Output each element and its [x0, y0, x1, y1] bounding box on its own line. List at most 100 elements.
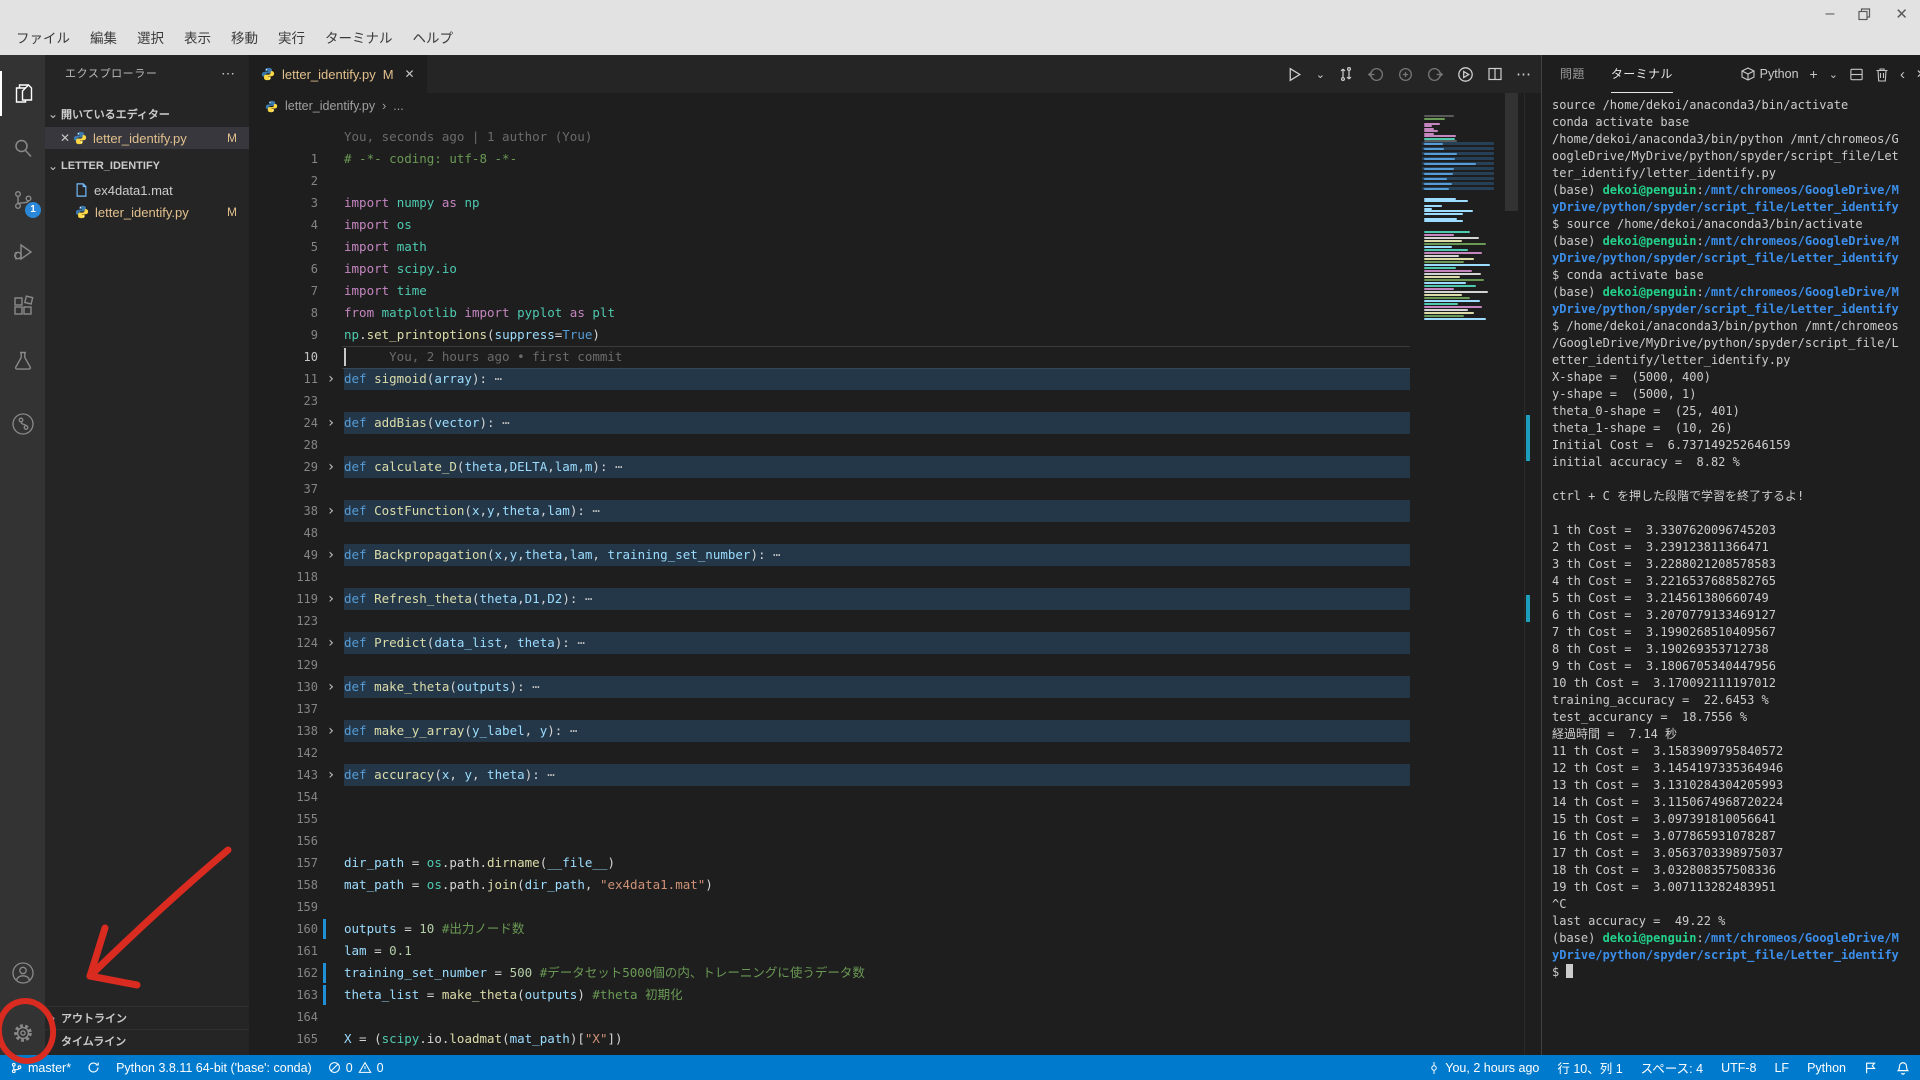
extensions-icon[interactable] — [0, 283, 45, 328]
run-python-file-button[interactable] — [1286, 66, 1303, 83]
search-icon[interactable] — [0, 125, 45, 170]
source-control-icon[interactable]: 1 — [0, 177, 45, 222]
restore-button[interactable] — [1858, 8, 1871, 21]
breadcrumb-more[interactable]: ... — [393, 99, 403, 113]
code-line[interactable]: 160outputs = 10 #出力ノード数 — [249, 918, 1541, 940]
close-panel-icon[interactable]: ✕ — [1916, 67, 1920, 81]
code-line[interactable]: 164 — [249, 1006, 1541, 1028]
code-line[interactable]: 7import time — [249, 280, 1541, 302]
sync-changes-icon[interactable] — [1338, 66, 1354, 82]
code-line[interactable]: 119›def Refresh_theta(theta,D1,D2): ⋯ — [249, 588, 1541, 610]
code-line[interactable]: 142 — [249, 742, 1541, 764]
code-line[interactable]: 129 — [249, 654, 1541, 676]
explorer-icon[interactable] — [0, 71, 45, 116]
code-line[interactable]: 37 — [249, 478, 1541, 500]
menu-item[interactable]: ファイル — [6, 26, 80, 52]
menu-item[interactable]: ヘルプ — [403, 26, 464, 52]
python-interpreter[interactable]: Python 3.8.11 64-bit ('base': conda) — [116, 1061, 312, 1075]
git-graph-icon[interactable] — [0, 401, 45, 446]
tab-problems[interactable]: 問題 — [1560, 55, 1585, 93]
code-line[interactable]: 6import scipy.io — [249, 258, 1541, 280]
code-line[interactable]: 156 — [249, 830, 1541, 852]
menu-item[interactable]: 移動 — [221, 26, 268, 52]
code-line[interactable]: 138›def make_y_array(y_label, y): ⋯ — [249, 720, 1541, 742]
notifications-bell-icon[interactable] — [1896, 1061, 1910, 1075]
code-line[interactable]: 124›def Predict(data_list, theta): ⋯ — [249, 632, 1541, 654]
code-line[interactable]: 123 — [249, 610, 1541, 632]
code-line[interactable]: 162training_set_number = 500 #データセット5000… — [249, 962, 1541, 984]
kill-terminal-icon[interactable] — [1875, 67, 1889, 82]
code-line[interactable]: 157dir_path = os.path.dirname(__file__) — [249, 852, 1541, 874]
code-line[interactable]: 4import os — [249, 214, 1541, 236]
run-section-icon[interactable] — [1397, 66, 1414, 83]
close-icon[interactable]: ✕ — [57, 131, 73, 145]
menu-item[interactable]: 編集 — [80, 26, 127, 52]
problems-indicator[interactable]: 0 0 — [328, 1061, 384, 1075]
code-line[interactable]: 48 — [249, 522, 1541, 544]
new-terminal-icon[interactable]: + — [1810, 66, 1818, 82]
code-line[interactable]: 5import math — [249, 236, 1541, 258]
code-line[interactable]: 9np.set_printoptions(suppress=True) — [249, 324, 1541, 346]
outline-section[interactable]: › アウトライン — [45, 1006, 249, 1029]
branch-indicator[interactable]: master* — [10, 1061, 71, 1075]
file-item-python[interactable]: letter_identify.py M — [45, 201, 249, 223]
explorer-more-actions-icon[interactable]: ⋯ — [221, 55, 235, 93]
close-window-button[interactable]: ✕ — [1895, 5, 1908, 23]
menu-item[interactable]: 表示 — [174, 26, 221, 52]
code-line[interactable]: 24›def addBias(vector): ⋯ — [249, 412, 1541, 434]
terminal-output[interactable]: source /home/dekoi/anaconda3/bin/activat… — [1542, 93, 1920, 1055]
chevron-down-icon[interactable]: ⌄ — [1829, 68, 1838, 81]
code-line[interactable]: 163theta_list = make_theta(outputs) #the… — [249, 984, 1541, 1006]
menu-item[interactable]: 選択 — [127, 26, 174, 52]
code-line[interactable]: 1# -*- coding: utf-8 -*- — [249, 148, 1541, 170]
file-item-mat[interactable]: ex4data1.mat — [45, 179, 249, 201]
code-line[interactable]: 23 — [249, 390, 1541, 412]
run-debug-icon[interactable] — [0, 229, 45, 274]
code-line[interactable]: 49›def Backpropagation(x,y,theta,lam, tr… — [249, 544, 1541, 566]
code-area[interactable]: You, seconds ago | 1 author (You)1# -*- … — [249, 126, 1541, 1055]
run-dropdown-icon[interactable]: ⌄ — [1316, 68, 1325, 81]
breadcrumb-file[interactable]: letter_identify.py — [285, 99, 375, 113]
test-beaker-icon[interactable] — [0, 338, 45, 383]
settings-gear-icon[interactable] — [0, 1010, 45, 1055]
code-line[interactable]: 118 — [249, 566, 1541, 588]
code-line[interactable]: 3import numpy as np — [249, 192, 1541, 214]
blame-line[interactable]: You, seconds ago | 1 author (You) — [249, 126, 1541, 148]
code-line[interactable]: 28 — [249, 434, 1541, 456]
timeline-section[interactable]: › タイムライン — [45, 1029, 249, 1052]
code-line[interactable]: 29›def calculate_D(theta,DELTA,lam,m): ⋯ — [249, 456, 1541, 478]
close-icon[interactable]: ✕ — [405, 67, 415, 81]
sync-button[interactable] — [87, 1061, 100, 1074]
chevron-left-icon[interactable]: ‹ — [1900, 66, 1905, 83]
feedback-flag-icon[interactable] — [1864, 1061, 1878, 1075]
code-line[interactable]: 38›def CostFunction(x,y,theta,lam): ⋯ — [249, 500, 1541, 522]
tab-terminal[interactable]: ターミナル — [1611, 55, 1673, 93]
eol-indicator[interactable]: LF — [1774, 1061, 1789, 1075]
code-line[interactable]: 8from matplotlib import pyplot as plt — [249, 302, 1541, 324]
code-line[interactable]: 154 — [249, 786, 1541, 808]
run-above-icon[interactable] — [1367, 66, 1384, 83]
breadcrumb[interactable]: letter_identify.py › ... — [249, 93, 404, 119]
account-icon[interactable] — [0, 950, 45, 995]
code-line[interactable]: 143›def accuracy(x, y, theta): ⋯ — [249, 764, 1541, 786]
menu-item[interactable]: ターミナル — [315, 26, 403, 52]
language-indicator[interactable]: Python — [1807, 1061, 1846, 1075]
open-editor-item[interactable]: ✕ letter_identify.py M — [45, 127, 249, 149]
minimap[interactable] — [1420, 93, 1500, 1055]
code-line[interactable]: 161lam = 0.1 — [249, 940, 1541, 962]
tab-letter-identify[interactable]: letter_identify.py M ✕ — [249, 55, 427, 93]
code-line[interactable]: 10 You, 2 hours ago • first commit — [249, 346, 1541, 368]
open-editors-header[interactable]: ⌄ 開いているエディター — [45, 103, 249, 125]
encoding-indicator[interactable]: UTF-8 — [1721, 1061, 1756, 1075]
split-terminal-icon[interactable] — [1849, 67, 1864, 82]
split-editor-icon[interactable] — [1487, 66, 1503, 82]
code-line[interactable]: 11›def sigmoid(array): ⋯ — [249, 368, 1541, 390]
run-below-icon[interactable] — [1427, 66, 1444, 83]
code-line[interactable]: 130›def make_theta(outputs): ⋯ — [249, 676, 1541, 698]
run-cell-icon[interactable] — [1457, 66, 1474, 83]
blame-indicator[interactable]: You, 2 hours ago — [1428, 1061, 1539, 1075]
cursor-position[interactable]: 行 10、列 1 — [1557, 1058, 1622, 1077]
code-line[interactable]: 158mat_path = os.path.join(dir_path, "ex… — [249, 874, 1541, 896]
code-line[interactable]: 2 — [249, 170, 1541, 192]
more-actions-icon[interactable]: ⋯ — [1516, 65, 1531, 83]
